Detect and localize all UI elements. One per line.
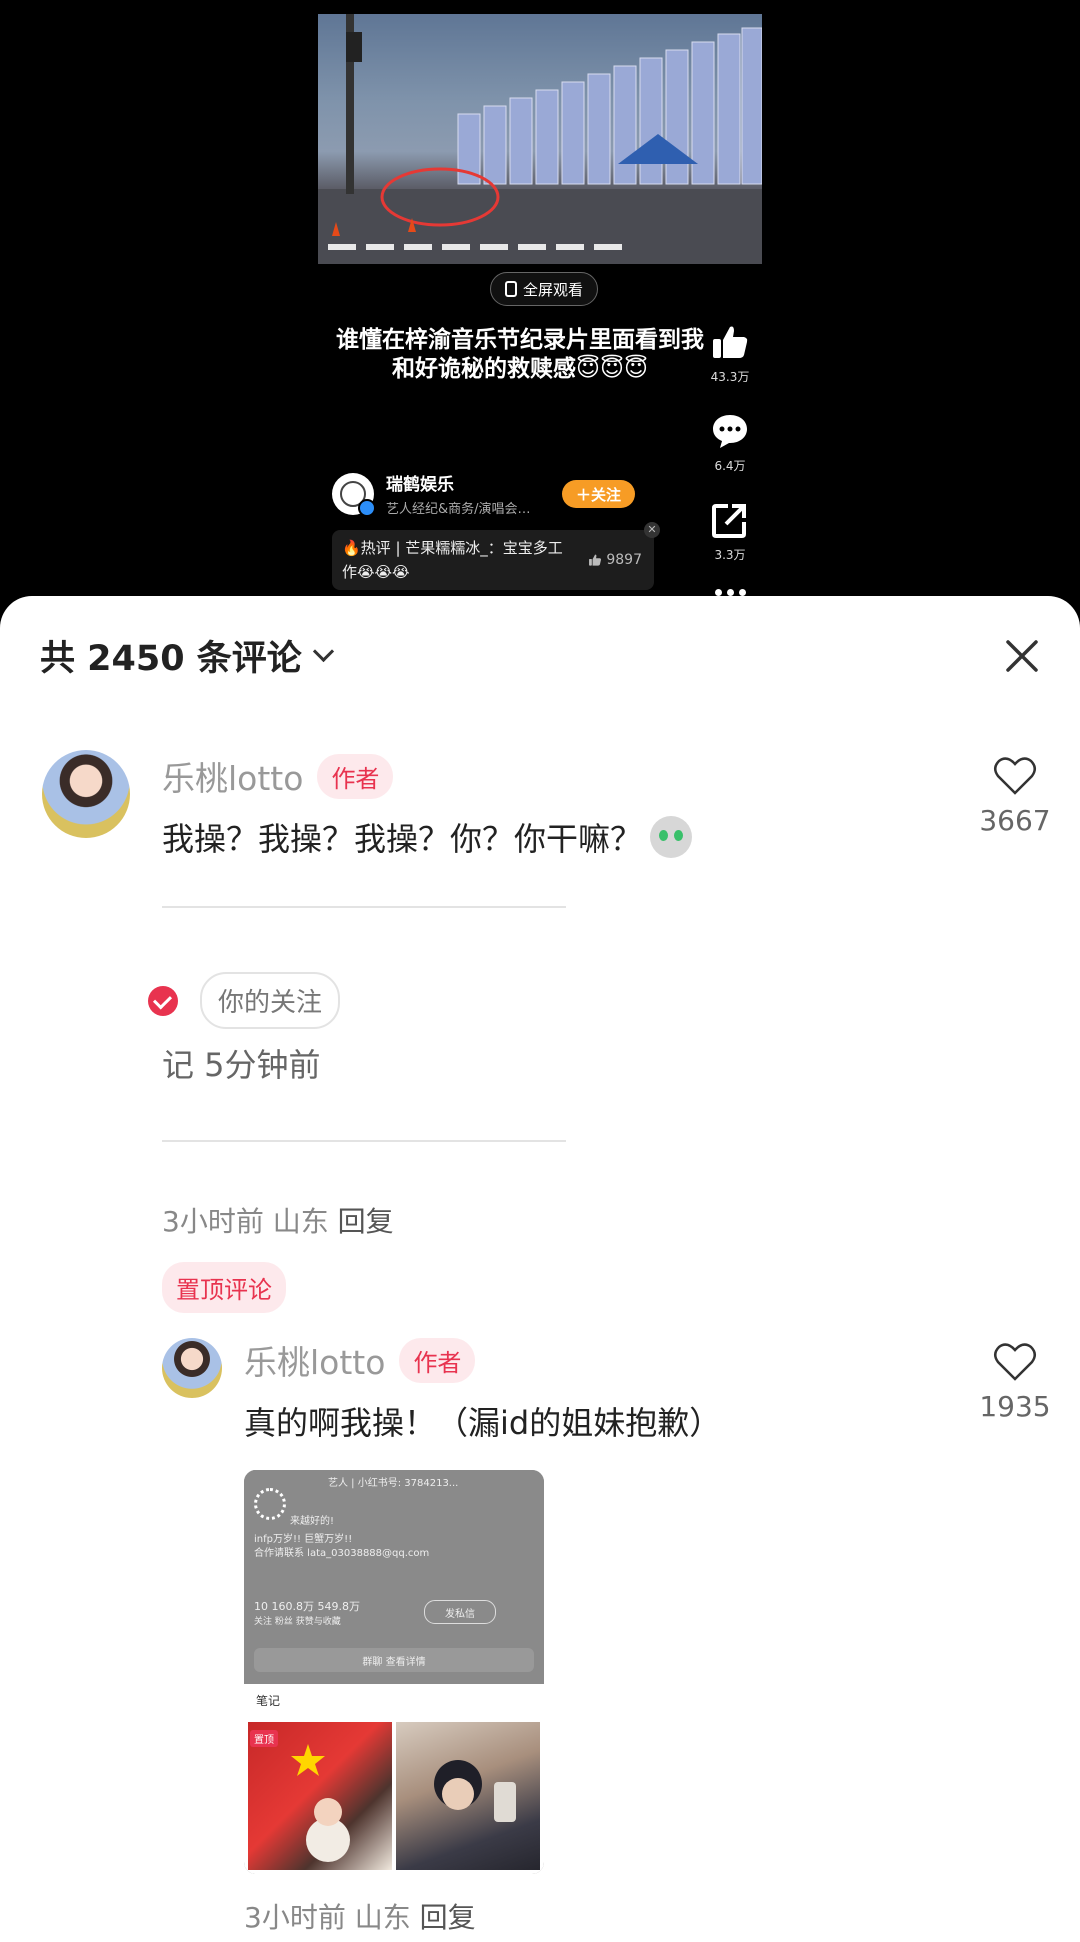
video-like-count: 43.3万 [710,370,750,384]
author-avatar[interactable] [332,472,376,517]
video-author[interactable]: 瑞鹤娱乐 艺人经纪&商务/演唱会… [332,470,531,517]
comment-video-button[interactable]: 6.4万 [700,411,760,474]
heart-icon [994,757,1036,795]
verified-badge-icon [358,498,376,517]
pinned-comment-badge: 置顶评论 [162,1262,286,1313]
close-icon[interactable]: ✕ [644,522,660,538]
fullscreen-label: 全屏观看 [523,280,584,299]
video-area: 全屏观看 谁懂在梓渝音乐节纪录片里面看到我和好诡秘的救赎感😇😇😇 43.3万 6… [0,0,1080,600]
comments-count-dropdown[interactable]: 共 2450 条评论 [40,630,334,681]
avatar[interactable] [162,1338,222,1398]
comment-text: 我操？我操？我操？你？你干嘛？ [162,820,643,858]
comment-time: 3小时前 [244,1901,346,1934]
thumbs-up-icon [713,326,748,358]
comment-like-count: 3667 [979,804,1051,837]
follow-button[interactable]: ＋关注 [562,480,636,508]
commenter-name[interactable]: 乐桃lotto [162,752,303,800]
avatar[interactable] [42,750,130,838]
close-comments-button[interactable] [1002,636,1042,676]
attachment-text: infp万岁!! 巨蟹万岁!! [254,1534,353,1545]
attachment-stats: 10 160.8万 549.8万 [254,1600,360,1613]
share-video-button[interactable]: 3.3万 [700,500,760,563]
thumbs-up-icon [589,554,602,566]
fullscreen-icon [505,281,517,297]
hot-comment-text: 🔥热评 | 芒果糯糯冰_：宝宝多工作😭😭😭 [342,539,563,581]
comment-image-attachment[interactable]: 艺人 | 小红书号: 3784213... 来越好的! infp万岁!! 巨蟹万… [244,1470,544,1874]
video-share-count: 3.3万 [714,548,746,562]
selfie-photo [434,1760,516,1822]
comment-item[interactable]: 乐桃lotto 作者 我操？我操？我操？你？你干嘛？ [162,752,942,860]
video-comment-count: 6.4万 [714,459,746,473]
video-frame[interactable] [318,14,762,264]
author-badge: 作者 [317,753,394,799]
reply-button[interactable]: 回复 [420,1901,476,1934]
comment-like-button[interactable]: 1935 [970,1342,1060,1423]
reply-button[interactable]: 回复 [338,1205,394,1238]
comments-sheet: 共 2450 条评论 乐桃lotto 作者 我操？我操？我操？你？你干嘛？ 36… [0,596,1080,1942]
your-follow-tag: 你的关注 [200,972,341,1029]
divider [162,1140,566,1142]
message-button: 发私信 [424,1600,496,1624]
comment-item[interactable]: 乐桃lotto 作者 真的啊我操！（漏id的姐妹抱歉） [244,1336,944,1444]
comments-title: 共 2450 条评论 [40,639,302,679]
like-video-button[interactable]: 43.3万 [700,322,760,385]
close-icon [1006,640,1038,672]
author-name: 瑞鹤娱乐 [386,475,454,495]
hot-comment-like[interactable]: 9897 [588,548,642,572]
fullscreen-button[interactable]: 全屏观看 [490,272,599,306]
commenter-name[interactable]: 乐桃lotto [244,1336,385,1384]
side-actions: 43.3万 6.4万 3.3万 [700,322,760,596]
cat-emoji-icon [650,816,693,858]
comment-like-button[interactable]: 3667 [970,756,1060,837]
share-icon [712,504,746,538]
profile-screenshot: 艺人 | 小红书号: 3784213... 来越好的! infp万岁!! 巨蟹万… [244,1470,544,1684]
attachment-text: 来越好的! [290,1516,335,1527]
hot-comment-like-count: 9897 [606,552,642,568]
comment-meta: 3小时前 山东 回复 [162,1200,394,1240]
pinned-tag: 置顶 [250,1730,278,1747]
author-description: 艺人经纪&商务/演唱会… [386,502,531,517]
notes-section: 笔记 置顶 [244,1684,544,1874]
heart-icon [994,1343,1036,1381]
note-time: 记 5分钟前 [162,1046,321,1084]
divider [162,906,566,908]
attachment-text: 合作请联系 lata_03038888@qq.com [254,1548,430,1559]
comment-like-count: 1935 [979,1390,1051,1423]
more-options-icon[interactable] [700,589,760,596]
comment-bubble-icon [713,415,747,448]
author-badge: 作者 [399,1337,476,1383]
check-circle-icon [148,985,178,1016]
hot-comment-card[interactable]: 🔥热评 | 芒果糯糯冰_：宝宝多工作😭😭😭 9897 ✕ [332,522,660,590]
comment-time: 3小时前 [162,1205,264,1238]
attachment-stat-labels: 关注 粉丝 获赞与收藏 [254,1617,341,1627]
note-follow-row: 你的关注 [148,972,341,1029]
comment-meta: 3小时前 山东 回复 [244,1896,476,1936]
spiral-icon [254,1488,286,1520]
comment-text: 真的啊我操！（漏id的姐妹抱歉） [244,1404,722,1442]
comment-location: 山东 [354,1901,411,1934]
video-scene [318,14,762,264]
group-chat-bar: 群聊 查看详情 [254,1648,534,1672]
attachment-text: 艺人 | 小红书号: 3784213... [328,1478,459,1489]
video-caption: 谁懂在梓渝音乐节纪录片里面看到我和好诡秘的救赎感😇😇😇 [336,327,704,382]
comment-location: 山东 [272,1205,329,1238]
chevron-down-icon [312,640,334,663]
note-thumbnail [396,1722,540,1870]
notes-label: 笔记 [256,1694,281,1708]
